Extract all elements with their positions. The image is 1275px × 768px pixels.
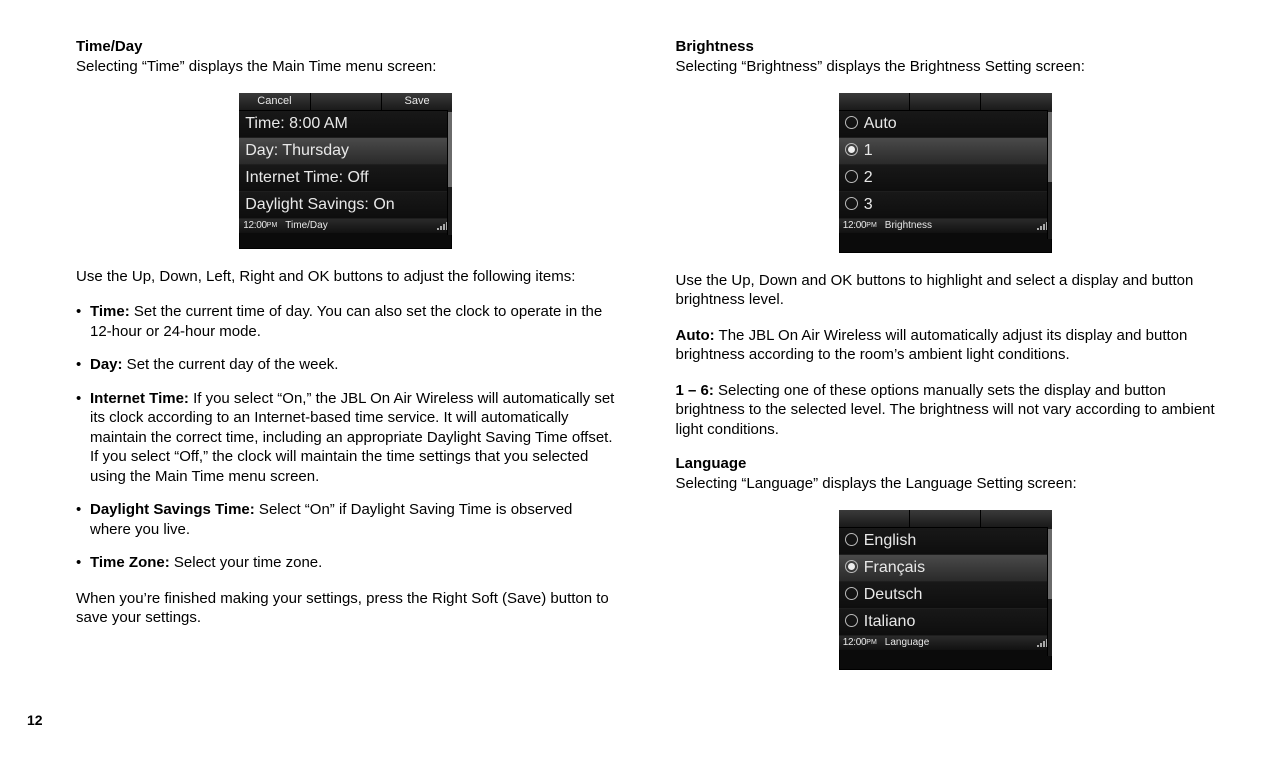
softkey-blank (910, 510, 981, 527)
radio-icon (845, 560, 858, 573)
status-title: Time/Day (285, 220, 327, 231)
softkey-save[interactable]: Save (382, 93, 452, 110)
status-bar: 12:00PM Brightness (839, 219, 1052, 233)
status-ampm: PM (866, 222, 877, 229)
brightness-heading: Brightness (676, 38, 1216, 55)
auto-lead: Auto: (676, 327, 715, 344)
left-column: Time/Day Selecting “Time” displays the M… (76, 38, 616, 688)
language-intro: Selecting “Language” displays the Langua… (676, 474, 1216, 494)
menu-row-label: Internet Time: Off (245, 169, 368, 186)
bullet-item: Time: Set the current time of day. You c… (76, 302, 616, 341)
radio-icon (845, 614, 858, 627)
menu-row-label: Daylight Savings: On (245, 196, 394, 213)
radio-icon (845, 197, 858, 210)
menu-row-label: 2 (864, 169, 873, 186)
manual-page: Time/Day Selecting “Time” displays the M… (0, 0, 1275, 688)
status-clock: 12:00 (243, 220, 267, 231)
softkey-blank (839, 510, 910, 527)
bullet-lead: Daylight Savings Time: (90, 501, 255, 518)
status-clock: 12:00 (843, 637, 867, 648)
radio-icon (845, 587, 858, 600)
status-ampm: PM (866, 639, 877, 646)
status-bar: 12:00PM Time/Day (239, 219, 452, 233)
page-number: 12 (27, 712, 43, 728)
timeday-topbar: Cancel Save (239, 93, 452, 111)
bullet-item: Time Zone: Select your time zone. (76, 553, 616, 573)
menu-row[interactable]: English (839, 528, 1052, 555)
menu-row[interactable]: Italiano (839, 609, 1052, 636)
scrollbar[interactable] (447, 110, 452, 235)
menu-row[interactable]: 1 (839, 138, 1052, 165)
bullet-rest: Set the current day of the week. (123, 356, 339, 373)
menu-row[interactable]: 3 (839, 192, 1052, 219)
menu-row[interactable]: Internet Time: Off (239, 165, 452, 192)
right-column: Brightness Selecting “Brightness” displa… (676, 38, 1216, 688)
menu-row-label: Day: Thursday (245, 142, 349, 159)
bullet-item: Day: Set the current day of the week. (76, 355, 616, 375)
language-heading: Language (676, 455, 1216, 472)
status-ampm: PM (267, 222, 278, 229)
status-title: Brightness (885, 220, 932, 231)
menu-row[interactable]: 2 (839, 165, 1052, 192)
radio-icon (845, 143, 858, 156)
menu-row-label: Time: 8:00 AM (245, 115, 348, 132)
range-rest: Selecting one of these options manually … (676, 382, 1215, 438)
softkey-blank (839, 93, 910, 110)
language-topbar (839, 510, 1052, 528)
menu-row-label: Italiano (864, 613, 916, 630)
timeday-bullets: Time: Set the current time of day. You c… (76, 302, 616, 573)
brightness-instructions: Use the Up, Down and OK buttons to highl… (676, 271, 1216, 310)
menu-row[interactable]: Daylight Savings: On (239, 192, 452, 219)
brightness-range: 1 – 6: Selecting one of these options ma… (676, 381, 1216, 440)
softkey-blank (910, 93, 981, 110)
menu-row-label: English (864, 532, 916, 549)
bullet-item: Internet Time: If you select “On,” the J… (76, 389, 616, 487)
timeday-screen: Cancel Save Time: 8:00 AM Day: Thursday In… (239, 93, 452, 249)
scrollbar[interactable] (1047, 110, 1052, 239)
brightness-auto: Auto: The JBL On Air Wireless will autom… (676, 326, 1216, 365)
status-clock: 12:00 (843, 220, 867, 231)
radio-icon (845, 116, 858, 129)
timeday-closing: When you’re finished making your setting… (76, 589, 616, 628)
range-lead: 1 – 6: (676, 382, 714, 399)
menu-row-label: Deutsch (864, 586, 923, 603)
menu-row[interactable]: Day: Thursday (239, 138, 452, 165)
bullet-item: Daylight Savings Time: Select “On” if Da… (76, 500, 616, 539)
menu-row[interactable]: Time: 8:00 AM (239, 111, 452, 138)
menu-row[interactable]: Deutsch (839, 582, 1052, 609)
brightness-screen: Auto 1 2 3 12:00PM Brightness (839, 93, 1052, 253)
timeday-intro: Selecting “Time” displays the Main Time … (76, 57, 616, 77)
bullet-lead: Internet Time: (90, 390, 189, 407)
menu-row-label: Auto (864, 115, 897, 132)
brightness-intro: Selecting “Brightness” displays the Brig… (676, 57, 1216, 77)
bullet-rest: Set the current time of day. You can als… (90, 303, 602, 340)
radio-icon (845, 533, 858, 546)
menu-row-label: Français (864, 559, 925, 576)
softkey-blank (981, 93, 1051, 110)
bullet-lead: Time Zone: (90, 554, 170, 571)
bullet-lead: Day: (90, 356, 123, 373)
menu-row[interactable]: Auto (839, 111, 1052, 138)
status-bar: 12:00PM Language (839, 636, 1052, 650)
menu-row[interactable]: Français (839, 555, 1052, 582)
softkey-cancel[interactable]: Cancel (239, 93, 310, 110)
softkey-middle (311, 93, 382, 110)
status-title: Language (885, 637, 930, 648)
language-screen: English Français Deutsch Italiano 12:00PM L… (839, 510, 1052, 670)
radio-icon (845, 170, 858, 183)
timeday-instructions: Use the Up, Down, Left, Right and OK but… (76, 267, 616, 287)
menu-row-label: 1 (864, 142, 873, 159)
brightness-topbar (839, 93, 1052, 111)
bullet-rest: Select your time zone. (170, 554, 323, 571)
menu-row-label: 3 (864, 196, 873, 213)
auto-rest: The JBL On Air Wireless will automatical… (676, 327, 1188, 364)
scrollbar[interactable] (1047, 527, 1052, 656)
timeday-heading: Time/Day (76, 38, 616, 55)
bullet-lead: Time: (90, 303, 130, 320)
softkey-blank (981, 510, 1051, 527)
